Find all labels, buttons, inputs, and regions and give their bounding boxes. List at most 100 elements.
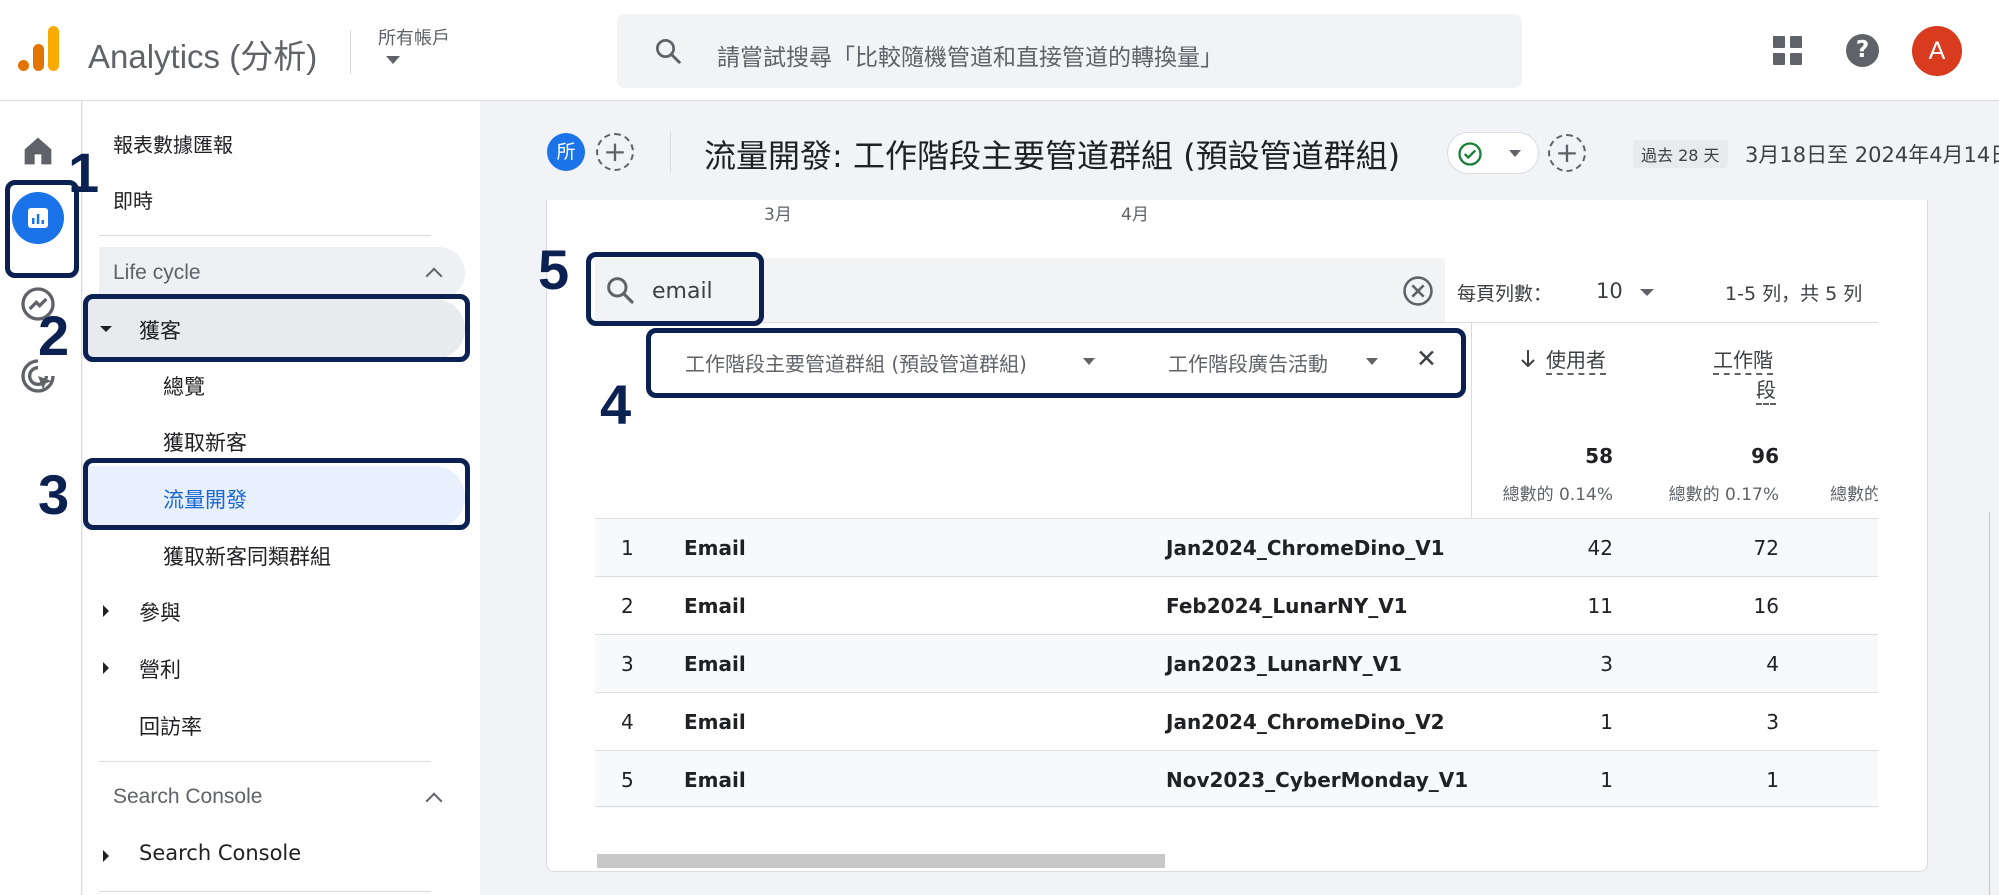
page-title: 流量開發: 工作階段主要管道群組 (預設管道群組) bbox=[704, 137, 1401, 175]
caret-right-icon[interactable] bbox=[103, 850, 109, 862]
sort-arrow-down-icon[interactable] bbox=[1519, 348, 1537, 370]
row-users: 1 bbox=[1600, 710, 1613, 734]
rows-per-page-label: 每頁列數： bbox=[1457, 283, 1553, 305]
row-campaign[interactable]: Jan2023_LunarNY_V1 bbox=[1166, 652, 1402, 676]
clear-circle-icon[interactable] bbox=[1401, 274, 1435, 308]
annotation-number: 1 bbox=[68, 141, 100, 204]
row-users: 11 bbox=[1587, 594, 1613, 618]
users-total: 58 bbox=[1585, 444, 1613, 468]
row-channel[interactable]: Email bbox=[684, 652, 746, 676]
segment-chip[interactable]: 所 bbox=[547, 133, 585, 171]
report-header: 所 + 流量開發: 工作階段主要管道群組 (預設管道群組) + 過去 28 天 … bbox=[520, 101, 1999, 202]
horizontal-scrollbar-thumb[interactable] bbox=[597, 854, 1165, 868]
sessions-total-percent: 總數的 0.17% bbox=[1668, 485, 1779, 505]
row-campaign[interactable]: Nov2023_CyberMonday_V1 bbox=[1166, 768, 1468, 792]
nav-item-retention[interactable]: 回訪率 bbox=[139, 711, 202, 741]
nav-item-report-snapshot[interactable]: 報表數據匯報 bbox=[113, 129, 233, 158]
apps-grid-icon[interactable] bbox=[1773, 36, 1803, 66]
account-selector-label[interactable]: 所有帳戶 bbox=[378, 24, 450, 50]
header-divider bbox=[350, 30, 351, 74]
table-row[interactable]: 3 Email Jan2023_LunarNY_V1 3 4 bbox=[595, 634, 1878, 692]
chevron-down-icon[interactable] bbox=[1640, 289, 1654, 296]
row-sessions: 3 bbox=[1766, 710, 1779, 734]
annotation-box bbox=[83, 458, 470, 530]
row-index: 5 bbox=[621, 768, 634, 792]
annotation-box bbox=[646, 328, 1466, 398]
home-icon[interactable] bbox=[18, 131, 58, 171]
table-row[interactable]: 2 Email Feb2024_LunarNY_V1 11 16 bbox=[595, 576, 1878, 634]
search-bar[interactable]: 請嘗試搜尋「比較隨機管道和直接管道的轉換量」 bbox=[617, 14, 1522, 88]
add-report-button[interactable]: + bbox=[1548, 134, 1586, 172]
annotation-number: 2 bbox=[38, 304, 70, 367]
avatar[interactable]: A bbox=[1912, 26, 1962, 76]
add-comparison-button[interactable]: + bbox=[596, 133, 634, 171]
row-users: 42 bbox=[1587, 536, 1613, 560]
row-users: 1 bbox=[1600, 768, 1613, 792]
caret-right-icon[interactable] bbox=[103, 605, 109, 617]
pagination-status: 1-5 列，共 5 列 bbox=[1725, 283, 1863, 305]
metric-header-sessions-line2[interactable]: 段 bbox=[1756, 374, 1776, 405]
check-circle-icon bbox=[1458, 142, 1482, 166]
annotation-box bbox=[83, 294, 470, 362]
row-channel[interactable]: Email bbox=[684, 536, 746, 560]
users-total-percent: 總數的 0.14% bbox=[1502, 485, 1613, 505]
sessions-total: 96 bbox=[1751, 444, 1779, 468]
row-users: 3 bbox=[1600, 652, 1613, 676]
nav-item-search-console[interactable]: Search Console bbox=[139, 841, 301, 865]
analytics-logo-icon[interactable] bbox=[18, 26, 59, 74]
help-icon[interactable]: ? bbox=[1846, 34, 1879, 67]
annotation-number: 4 bbox=[600, 373, 632, 436]
row-channel[interactable]: Email bbox=[684, 768, 746, 792]
search-icon bbox=[656, 39, 681, 64]
search-input[interactable]: 請嘗試搜尋「比較隨機管道和直接管道的轉換量」 bbox=[717, 38, 1223, 72]
top-app-bar: Analytics (分析) 所有帳戶 請嘗試搜尋「比較隨機管道和直接管道的轉換… bbox=[0, 0, 1999, 101]
chevron-down-icon bbox=[1509, 150, 1521, 157]
row-channel[interactable]: Email bbox=[684, 710, 746, 734]
row-sessions: 72 bbox=[1753, 536, 1779, 560]
nav-divider bbox=[99, 761, 431, 762]
annotation-number: 3 bbox=[38, 463, 70, 526]
nav-item-user-acquisition[interactable]: 獲取新客 bbox=[163, 427, 247, 457]
header-divider bbox=[670, 131, 671, 173]
nav-item-monetization[interactable]: 營利 bbox=[139, 654, 181, 684]
row-index: 2 bbox=[621, 594, 634, 618]
chart-x-tick: 3月 bbox=[764, 205, 792, 225]
nav-divider bbox=[99, 235, 431, 236]
report-status-chip[interactable] bbox=[1447, 132, 1539, 174]
nav-item-overview[interactable]: 總覽 bbox=[163, 371, 205, 401]
nav-divider bbox=[99, 891, 431, 892]
nav-section-lifecycle[interactable]: Life cycle bbox=[113, 261, 201, 285]
row-campaign[interactable]: Feb2024_LunarNY_V1 bbox=[1166, 594, 1408, 618]
row-channel[interactable]: Email bbox=[684, 594, 746, 618]
nav-item-realtime[interactable]: 即時 bbox=[113, 185, 153, 214]
caret-right-icon[interactable] bbox=[103, 662, 109, 674]
vertical-scrollbar[interactable] bbox=[1989, 512, 1990, 895]
table-row[interactable]: 4 Email Jan2024_ChromeDino_V2 1 3 bbox=[595, 692, 1878, 750]
metric-header-sessions[interactable]: 工作階 bbox=[1713, 344, 1773, 375]
table-row[interactable]: 1 Email Jan2024_ChromeDino_V1 42 72 bbox=[595, 518, 1878, 576]
row-campaign[interactable]: Jan2024_ChromeDino_V1 bbox=[1166, 536, 1445, 560]
nav-item-engagement[interactable]: 參與 bbox=[139, 597, 181, 627]
row-sessions: 1 bbox=[1766, 768, 1779, 792]
nav-item-cohort[interactable]: 獲取新客同類群組 bbox=[163, 541, 331, 571]
chart-x-tick: 4月 bbox=[1121, 205, 1149, 225]
row-campaign[interactable]: Jan2024_ChromeDino_V2 bbox=[1166, 710, 1445, 734]
metric-header-users[interactable]: 使用者 bbox=[1546, 344, 1606, 375]
annotation-box bbox=[586, 252, 764, 326]
nav-section-search-console[interactable]: Search Console bbox=[113, 785, 262, 809]
chevron-down-icon[interactable] bbox=[386, 56, 400, 64]
table-divider bbox=[595, 806, 1878, 807]
date-range-picker[interactable]: 3月18日至 2024年4月14日 bbox=[1745, 139, 1999, 169]
third-total-percent: 總數的 bbox=[1830, 485, 1878, 505]
table-row[interactable]: 5 Email Nov2023_CyberMonday_V1 1 1 bbox=[595, 750, 1878, 808]
row-index: 1 bbox=[621, 536, 634, 560]
chevron-up-icon[interactable] bbox=[425, 792, 443, 810]
annotation-number: 5 bbox=[538, 238, 570, 301]
rows-per-page-select[interactable]: 10 bbox=[1596, 279, 1623, 303]
table-divider bbox=[595, 322, 1878, 323]
date-badge: 過去 28 天 bbox=[1633, 140, 1728, 168]
row-index: 4 bbox=[621, 710, 634, 734]
row-index: 3 bbox=[621, 652, 634, 676]
row-sessions: 16 bbox=[1753, 594, 1779, 618]
app-title: Analytics (分析) bbox=[88, 38, 318, 75]
